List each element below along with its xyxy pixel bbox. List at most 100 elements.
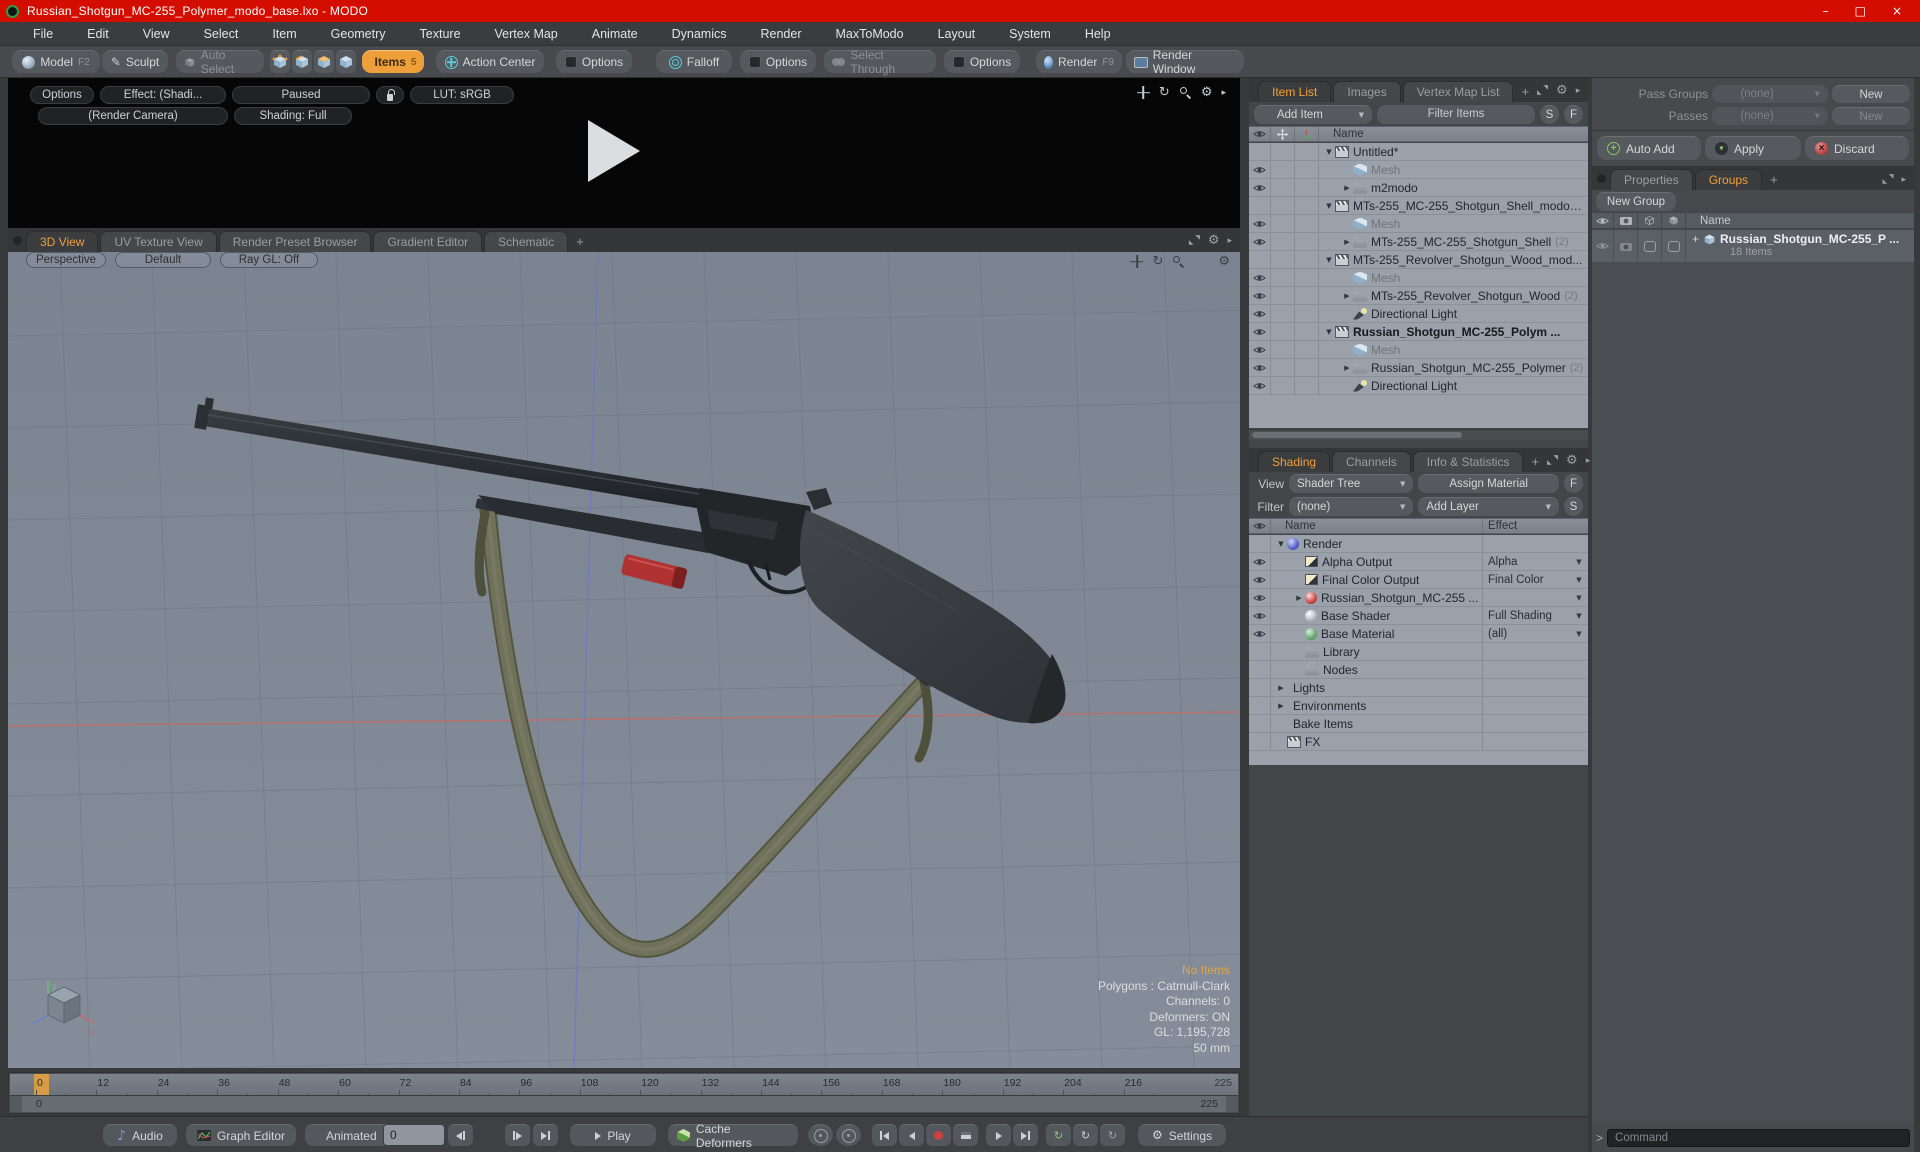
item-list-tab[interactable]: Item List (1258, 81, 1332, 102)
layer-effect[interactable] (1482, 697, 1570, 714)
expander-icon[interactable]: ▼ (1323, 148, 1335, 156)
menu-item[interactable]: Animate (575, 22, 655, 45)
perspective-button[interactable]: Perspective (26, 252, 106, 268)
shading-tab[interactable]: Channels (1332, 451, 1411, 472)
expand-panel-icon[interactable] (1189, 235, 1200, 246)
apply-button[interactable]: Apply (1705, 136, 1801, 160)
scrollbar-thumb[interactable] (1252, 432, 1462, 438)
shader-tree-row[interactable]: ▶ Russian_Shotgun_MC-255 ... ▼ (1249, 589, 1588, 607)
next-frame-button[interactable] (505, 1124, 530, 1146)
add-tab-button[interactable]: + (1515, 84, 1537, 102)
pivot-option-button[interactable] (836, 1124, 861, 1146)
layer-effect[interactable]: Final Color (1482, 571, 1570, 588)
timeline-scale[interactable]: 0 12 24 36 48 60 72 84 96 108 120 132 144 156 168 180 19… (10, 1074, 1238, 1096)
expander-icon[interactable]: ▶ (1341, 292, 1353, 300)
expander-icon[interactable]: ▶ (1275, 684, 1287, 692)
preview-effect-button[interactable]: Effect: (Shadi... (100, 86, 226, 104)
filter-items-input[interactable] (1377, 104, 1535, 124)
filter-f-button[interactable]: F (1564, 474, 1583, 493)
preview-camera-button[interactable]: (Render Camera) (38, 107, 228, 125)
sculpt-mode-button[interactable]: ✎ Sculpt (102, 50, 168, 73)
item-list-row[interactable]: ▼ Russian_Shotgun_MC-255_Polym ... (1249, 323, 1588, 341)
chevron-down-icon[interactable]: ▼ (1570, 594, 1588, 602)
add-tab-button[interactable]: + (570, 234, 592, 252)
viewport-3d[interactable]: Perspective Default Ray GL: Off ↻ ⚙ No I… (8, 252, 1240, 1068)
menu-item[interactable]: Texture (403, 22, 478, 45)
menu-item[interactable]: Help (1068, 22, 1128, 45)
action-center-options-button[interactable]: Options (556, 50, 632, 73)
chevron-down-icon[interactable]: ▼ (1570, 558, 1588, 566)
name-column-header[interactable]: Name (1319, 128, 1364, 140)
group-checkbox[interactable] (1667, 240, 1680, 252)
gear-icon[interactable]: ⚙ (1208, 234, 1220, 247)
markers-button[interactable] (953, 1124, 978, 1146)
vertices-mode-button[interactable] (270, 50, 290, 73)
add-layer-dropdown[interactable]: Add Layer ▼ (1418, 497, 1559, 516)
play-button[interactable]: Play (570, 1124, 656, 1146)
panel-dot-icon[interactable] (1597, 174, 1606, 183)
eye-icon[interactable] (1253, 309, 1266, 319)
menu-item[interactable]: System (992, 22, 1068, 45)
item-list-row[interactable]: Directional Light (1249, 377, 1588, 395)
shader-tree-row[interactable]: FX ▼ (1249, 733, 1588, 751)
expander-icon[interactable]: ▶ (1341, 364, 1353, 372)
center-option-button[interactable] (808, 1124, 833, 1146)
audio-button[interactable]: ♪ Audio (103, 1124, 177, 1146)
shading-tab[interactable]: Info & Statistics (1412, 451, 1524, 472)
item-list-row[interactable]: Mesh (1249, 161, 1588, 179)
polygons-mode-button[interactable] (314, 50, 334, 73)
menu-item[interactable]: File (16, 22, 70, 45)
auto-add-button[interactable]: Auto Add (1597, 136, 1701, 160)
prev-keyframe-button[interactable] (872, 1124, 897, 1146)
item-list-row[interactable]: ▶ MTs-255_MC-255_Shotgun_Shell (2) (1249, 233, 1588, 251)
item-list-row[interactable]: Mesh (1249, 269, 1588, 287)
layer-effect[interactable] (1482, 535, 1570, 552)
select-through-button[interactable]: Select Through (824, 48, 936, 76)
shader-s-button[interactable]: S (1564, 497, 1583, 516)
chevron-down-icon[interactable]: ▼ (1570, 612, 1588, 620)
item-list-tab[interactable]: Vertex Map List (1402, 81, 1514, 102)
next-key-button[interactable] (986, 1124, 1011, 1146)
eye-icon[interactable] (1596, 241, 1609, 251)
eye-icon[interactable] (1253, 611, 1266, 621)
shader-filter-dropdown[interactable]: (none) ▼ (1289, 497, 1414, 516)
shader-tree-row[interactable]: Alpha Output Alpha ▼ (1249, 553, 1588, 571)
render-window-button[interactable]: Render Window (1126, 48, 1244, 76)
render-preview[interactable]: Options Effect: (Shadi... Paused LUT: sR… (8, 78, 1240, 228)
shader-tree-row[interactable]: Nodes ▼ (1249, 661, 1588, 679)
camera-icon[interactable] (1619, 242, 1632, 251)
viewport-tab[interactable]: Schematic (484, 231, 569, 252)
render-button[interactable]: Render F9 (1036, 50, 1122, 73)
discard-button[interactable]: Discard (1805, 136, 1909, 160)
expander-icon[interactable]: ▶ (1293, 594, 1305, 602)
menu-item[interactable]: Layout (921, 22, 993, 45)
layer-effect[interactable] (1482, 733, 1570, 750)
name-column-header[interactable]: Name (1271, 520, 1482, 532)
sync-playback-button[interactable]: ↻ (1073, 1124, 1098, 1146)
eye-icon[interactable] (1253, 183, 1266, 193)
shader-tree-row[interactable]: ▶ Lights ▼ (1249, 679, 1588, 697)
new-pass-group-button[interactable]: New (1832, 85, 1910, 103)
add-keyframe-button[interactable] (926, 1124, 951, 1146)
layer-effect[interactable] (1482, 661, 1570, 678)
panel-arrow-icon[interactable]: ▸ (1576, 86, 1581, 96)
panel-arrow-icon[interactable]: ▸ (1901, 175, 1906, 185)
properties-groups-tab[interactable]: Properties (1610, 169, 1693, 190)
effect-column-header[interactable]: Effect (1482, 519, 1570, 533)
viewport-tab[interactable]: Render Preset Browser (218, 231, 372, 252)
expander-icon[interactable]: ▼ (1275, 540, 1287, 548)
menu-item[interactable]: Geometry (314, 22, 403, 45)
preview-shading-button[interactable]: Shading: Full (234, 107, 352, 125)
assign-material-button[interactable]: Assign Material (1418, 474, 1559, 493)
viewport-tab[interactable]: UV Texture View (100, 231, 217, 252)
scene-canvas[interactable] (8, 252, 1240, 1068)
expander-icon[interactable]: ▼ (1323, 256, 1335, 264)
layer-effect[interactable]: Full Shading (1482, 607, 1570, 624)
shader-tree-row[interactable]: Base Shader Full Shading ▼ (1249, 607, 1588, 625)
item-list-row[interactable]: ▼ Untitled* (1249, 143, 1588, 161)
timeline[interactable]: 0 12 24 36 48 60 72 84 96 108 120 132 144 156 168 180 19… (8, 1072, 1240, 1114)
eye-icon[interactable] (1253, 593, 1266, 603)
add-tab-button[interactable]: + (1525, 454, 1547, 472)
layer-effect[interactable] (1482, 715, 1570, 732)
preview-lock-button[interactable] (376, 86, 404, 104)
